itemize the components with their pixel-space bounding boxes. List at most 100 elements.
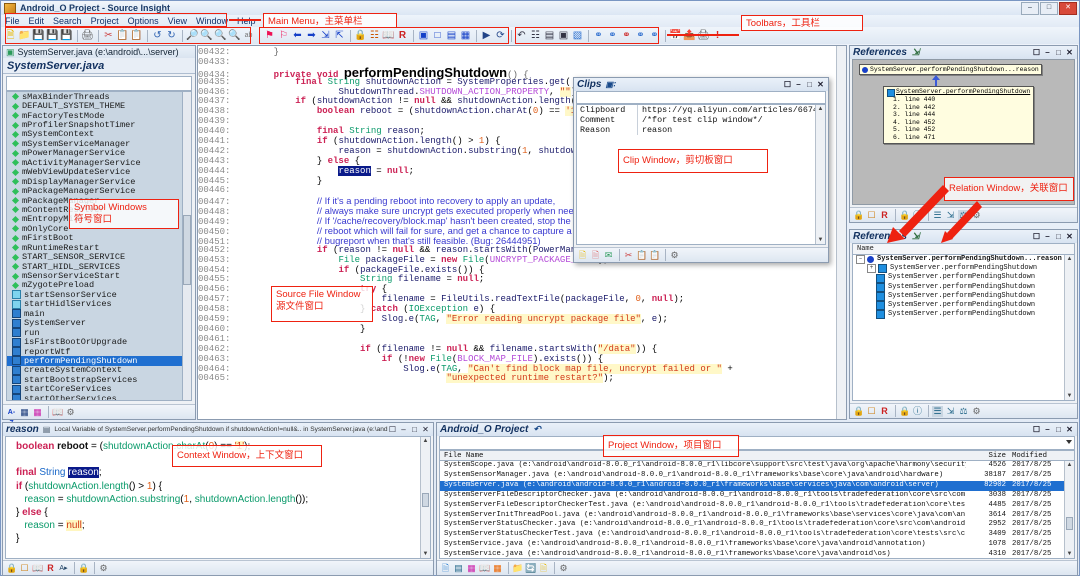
symbol-list-item[interactable]: SystemServer — [7, 318, 191, 328]
lock-icon[interactable]: 🔒 — [78, 563, 89, 574]
maximize-button[interactable]: □ — [1040, 2, 1058, 15]
clips-restore-button[interactable]: ☐ — [783, 80, 792, 89]
cut-icon[interactable]: ✂ — [623, 250, 634, 261]
scroll-down-arrow[interactable]: ▼ — [421, 550, 430, 558]
lock-icon[interactable]: 🔒 — [853, 406, 864, 417]
references-tree-item[interactable]: SystemServer.performPendingShutdown — [853, 301, 1074, 311]
references-tree-item[interactable]: SystemServer.performPendingShutdown — [853, 283, 1074, 292]
menu-item-help[interactable]: Help — [237, 16, 256, 26]
symbol-display-icon[interactable]: ▦ — [19, 407, 30, 418]
symbol-list-item[interactable]: mRuntimeRestart — [7, 243, 191, 253]
properties-icon[interactable]: ⚙ — [98, 563, 109, 574]
symbols-icon[interactable]: ▦ — [492, 563, 503, 574]
symbol-list-item[interactable]: mZygotePreload — [7, 280, 191, 290]
context-code-line[interactable]: reason = null; — [16, 519, 430, 532]
clips-toolbar[interactable]: 🗎 🗎 ✉ ✂ 📋 📋 ⚙ — [574, 247, 828, 262]
relation-line-item[interactable]: 6. line 471 — [893, 134, 1030, 142]
project-restore-button[interactable]: ☐ — [1032, 425, 1041, 434]
clips-close-button[interactable]: ✕ — [816, 80, 825, 89]
code-line[interactable]: 00460: } — [198, 324, 846, 335]
symbol-list-item[interactable]: startBootstrapServices — [7, 375, 191, 385]
sync-project-icon[interactable]: 🔄 — [525, 563, 536, 574]
clips-window-controls[interactable]: ☐ – □ ✕ — [783, 80, 825, 89]
refresh-icon[interactable]: R — [879, 406, 890, 417]
book-icon[interactable]: 📖 — [479, 563, 490, 574]
clips-search-input[interactable] — [576, 91, 826, 104]
clips-scrollbar[interactable]: ▲ ▼ — [815, 105, 825, 244]
project-window[interactable]: Android_O Project ↶ ☐ – □ ✕ File Name Si… — [436, 422, 1078, 576]
abc-icon[interactable]: A▸ — [58, 563, 69, 574]
mail-clip-icon[interactable]: ✉ — [603, 250, 614, 261]
clip-row[interactable]: Clipboard https://yq.aliyun.com/articles/… — [577, 105, 825, 115]
symbol-list-item[interactable]: run — [7, 328, 191, 338]
symbol-list-item[interactable]: startHidlServices — [7, 299, 191, 309]
symbol-list-item[interactable]: mSystemContext — [7, 129, 191, 139]
project-file-row[interactable]: SystemScope.java (e:\android\android-8.0… — [440, 461, 1074, 471]
clips-list[interactable]: Clipboard https://yq.aliyun.com/articles/… — [576, 104, 826, 245]
references-window-controls[interactable]: ☐ – □ ✕ — [1032, 232, 1074, 241]
symbol-list-item[interactable]: mSystemServiceManager — [7, 139, 191, 149]
scroll-down-arrow[interactable]: ▼ — [1065, 550, 1074, 558]
book-icon[interactable]: 📖 — [52, 407, 63, 418]
references-tree-item[interactable]: SystemServer.performPendingShutdown — [853, 292, 1074, 301]
project-maximize-button[interactable]: □ — [1054, 425, 1063, 434]
project-filter-input[interactable] — [439, 436, 1075, 450]
references-minimize-button[interactable]: – — [1043, 232, 1052, 241]
symbol-list-item[interactable]: performPendingShutdown — [7, 356, 191, 366]
references-tree-root[interactable]: – SystemServer.performPendingShutdown...r… — [853, 255, 1074, 265]
scroll-up-arrow[interactable]: ▲ — [816, 105, 825, 113]
references-window[interactable]: References ⇲ ☐ – □ ✕ Name – SystemServer.… — [849, 229, 1078, 419]
symbol-list-item[interactable]: startCoreServices — [7, 384, 191, 394]
context-code-line[interactable]: reason = shutdownAction.substring(1, shu… — [16, 493, 430, 506]
jump-icon[interactable]: 🔒 — [6, 563, 17, 574]
symbol-list[interactable]: sMaxBinderThreads DEFAULT_SYSTEM_THEME mFa… — [6, 91, 192, 401]
scroll-down-arrow[interactable]: ▼ — [816, 236, 825, 244]
copy-icon[interactable]: 📋 — [636, 250, 647, 261]
properties-icon[interactable]: ⚙ — [558, 563, 569, 574]
clips-maximize-button[interactable]: □ — [805, 80, 814, 89]
project-window-toolbar[interactable]: 🗎 ▤ ▦ 📖 ▦ 📁 🔄 🗎 ⚙ — [437, 560, 1077, 575]
column-header-size[interactable]: Size — [966, 452, 1006, 460]
properties-icon[interactable]: ⚙ — [65, 407, 76, 418]
symbol-list-item[interactable]: mActivityManagerService — [7, 158, 191, 168]
new-file-icon[interactable]: 🗎 — [538, 563, 549, 574]
context-window-toolbar[interactable]: 🔒 ☐ 📖 R A▸ 🔒 ⚙ — [3, 560, 433, 575]
relation-root-node[interactable]: SystemServer.performPendingShutdown...re… — [859, 64, 1042, 75]
symbol-list-scrollbar[interactable] — [182, 91, 192, 401]
graph-view-icon[interactable]: ⇲ — [945, 406, 956, 417]
clip-row[interactable]: Comment /*for test clip window*/ — [577, 115, 825, 125]
project-file-row[interactable]: SystemServerFileDescriptorCheckerTest.ja… — [440, 501, 1074, 511]
symbol-window-toolbar[interactable]: A-Z ▦ ▦ 📖 ⚙ — [3, 404, 195, 427]
symbol-list-item[interactable]: mPowerManagerService — [7, 148, 191, 158]
scroll-down-arrow[interactable]: ▼ — [1065, 392, 1074, 400]
properties-icon[interactable]: ⚙ — [971, 406, 982, 417]
context-minimize-button[interactable]: – — [399, 425, 408, 434]
project-file-row[interactable]: SystemService.java (e:\android\android-8… — [440, 550, 1074, 558]
project-file-row[interactable]: SystemServerStatusCheckerTest.java (e:\a… — [440, 530, 1074, 540]
references-tree-item[interactable]: + SystemServer.performPendingShutdown — [853, 264, 1074, 274]
scroll-up-arrow[interactable]: ▲ — [1065, 255, 1074, 263]
relation-maximize-button[interactable]: □ — [1054, 48, 1063, 57]
code-line[interactable]: 00465: "unexpected runtime restart?"); — [198, 373, 846, 384]
new-clip-from-file-icon[interactable]: 🗎 — [590, 250, 601, 261]
symbol-list-item[interactable]: sMaxBinderThreads — [7, 92, 191, 102]
symbol-list-item[interactable]: mWebViewUpdateService — [7, 167, 191, 177]
context-scrollbar[interactable]: ▲ ▼ — [420, 437, 430, 558]
sync-icon[interactable]: ☐ — [19, 563, 30, 574]
help-icon[interactable]: ⓘ — [912, 406, 923, 417]
symbol-list-item[interactable]: DEFAULT_SYSTEM_THEME — [7, 101, 191, 111]
sort-az-icon[interactable]: A-Z — [6, 407, 17, 427]
refresh-icon[interactable]: R — [45, 563, 56, 574]
new-clip-icon[interactable]: 🗎 — [577, 250, 588, 261]
relation-window-controls[interactable]: ☐ – □ ✕ — [1032, 48, 1074, 57]
project-file-row[interactable]: SystemSensorManager.java (e:\android\and… — [440, 471, 1074, 481]
symbol-list-item[interactable]: main — [7, 309, 191, 319]
clip-row[interactable]: Reason reason — [577, 125, 825, 135]
properties-icon[interactable]: ⚙ — [669, 250, 680, 261]
scroll-up-arrow[interactable]: ▲ — [1065, 461, 1074, 469]
symbol-list-item[interactable]: mDisplayManagerService — [7, 177, 191, 187]
highlight-icon[interactable]: ☐ — [866, 406, 877, 417]
scrollbar-thumb[interactable] — [183, 215, 191, 285]
relation-line-item[interactable]: 3. line 444 — [893, 111, 1030, 119]
references-scrollbar[interactable]: ▲ ▼ — [1064, 255, 1074, 400]
